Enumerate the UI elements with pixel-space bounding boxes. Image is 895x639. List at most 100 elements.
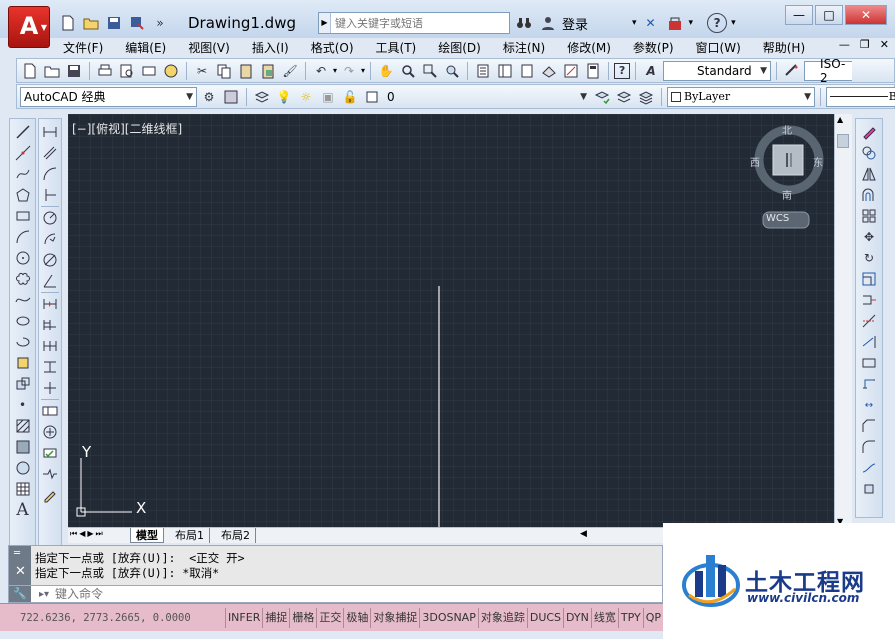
break-icon[interactable] <box>859 374 879 394</box>
markup-icon[interactable] <box>561 61 581 81</box>
status-grid[interactable]: 栅格 <box>289 607 316 628</box>
status-otrack[interactable]: 对象追踪 <box>477 607 527 628</box>
status-osnap[interactable]: 对象捕捉 <box>370 607 419 628</box>
redo-icon[interactable]: ↷ <box>339 61 359 81</box>
ordinate-dim-icon[interactable] <box>40 185 60 205</box>
status-lineweight[interactable]: 线宽 <box>590 607 618 628</box>
center-mark-icon[interactable] <box>40 422 60 442</box>
store-icon[interactable] <box>665 13 685 33</box>
save-as-icon[interactable] <box>127 13 147 33</box>
help-icon[interactable]: ? <box>707 13 728 33</box>
menu-window[interactable]: 窗口(W) <box>685 38 752 58</box>
dim-style-select[interactable]: ISO-2 <box>804 57 853 85</box>
status-qp[interactable]: QP <box>642 607 663 628</box>
menu-insert[interactable]: 插入(I) <box>241 38 300 58</box>
extend-icon[interactable] <box>859 332 879 352</box>
menu-format[interactable]: 格式(O) <box>300 38 365 58</box>
menu-view[interactable]: 视图(V) <box>177 38 241 58</box>
copy-object-icon[interactable] <box>859 143 879 163</box>
diameter-dim-icon[interactable] <box>40 250 60 270</box>
circle-icon[interactable] <box>13 248 33 268</box>
inspection-icon[interactable] <box>40 443 60 463</box>
wrench-icon[interactable]: 🔧 <box>9 586 31 602</box>
angular-dim-icon[interactable] <box>40 271 60 291</box>
point-icon[interactable]: • <box>13 395 33 415</box>
login-label[interactable]: 登录 <box>562 14 588 33</box>
aligned-dim-icon[interactable] <box>40 143 60 163</box>
line-icon[interactable] <box>13 122 33 142</box>
status-infer[interactable]: INFER <box>224 607 262 628</box>
last-tab-icon[interactable]: ⏭ <box>96 529 103 539</box>
workspace-select[interactable]: AutoCAD 经典 ▼ <box>20 86 197 107</box>
save-icon[interactable] <box>64 61 84 81</box>
offset-icon[interactable] <box>859 185 879 205</box>
overflow-button[interactable]: » <box>150 13 170 33</box>
multiline-text-icon[interactable]: A <box>13 500 33 520</box>
linetype-select[interactable]: By <box>826 86 895 107</box>
paste-icon[interactable] <box>236 61 256 81</box>
cut-icon[interactable]: ✂ <box>192 61 212 81</box>
chamfer-icon[interactable] <box>859 416 879 436</box>
redo-dropdown-icon[interactable]: ▾ <box>361 66 365 75</box>
layer-select[interactable]: 0 ▼ <box>384 87 590 107</box>
tab-model[interactable]: 模型 <box>130 528 164 543</box>
user-icon[interactable] <box>538 13 558 33</box>
print-icon[interactable] <box>95 61 115 81</box>
jogged-dim-icon[interactable] <box>40 229 60 249</box>
polygon-icon[interactable] <box>13 185 33 205</box>
print-preview-icon[interactable] <box>117 61 137 81</box>
save-icon[interactable] <box>104 13 124 33</box>
rectangle-icon[interactable] <box>13 206 33 226</box>
gradient-icon[interactable] <box>13 437 33 457</box>
spline-icon[interactable] <box>13 290 33 310</box>
text-style-select[interactable]: Standard ▼ <box>663 60 772 81</box>
revision-cloud-icon[interactable] <box>13 269 33 289</box>
layer-on-icon[interactable]: 💡 <box>274 87 294 107</box>
explode-icon[interactable] <box>859 479 879 499</box>
menu-file[interactable]: 文件(F) <box>52 38 114 58</box>
move-icon[interactable]: ✥ <box>859 227 879 247</box>
paste-block-icon[interactable] <box>258 61 278 81</box>
search-input[interactable] <box>331 16 507 30</box>
dim-style-icon[interactable] <box>782 61 802 81</box>
ellipse-arc-icon[interactable] <box>13 332 33 352</box>
mdi-close-button[interactable]: ✕ <box>880 38 889 51</box>
help-dropdown-icon[interactable]: ▾ <box>731 18 736 28</box>
dim-space-icon[interactable] <box>40 357 60 377</box>
menu-edit[interactable]: 编辑(E) <box>114 38 177 58</box>
match-properties-icon[interactable]: 🖌 <box>280 61 300 81</box>
vertical-scroll-thumb[interactable] <box>837 134 849 148</box>
sheet-set-icon[interactable] <box>539 61 559 81</box>
publish-icon[interactable] <box>139 61 159 81</box>
layer-states-icon[interactable] <box>636 87 656 107</box>
workspace-save-icon[interactable] <box>221 87 241 107</box>
jogged-linear-icon[interactable] <box>40 464 60 484</box>
status-polar[interactable]: 极轴 <box>343 607 370 628</box>
zoom-realtime-icon[interactable] <box>398 61 418 81</box>
first-tab-icon[interactable]: ⏮ <box>70 529 77 539</box>
hatch-icon[interactable] <box>13 416 33 436</box>
scroll-up-icon[interactable]: ▲ <box>837 115 843 124</box>
copy-icon[interactable] <box>214 61 234 81</box>
insert-block-icon[interactable] <box>13 353 33 373</box>
trim-icon[interactable] <box>859 311 879 331</box>
status-3dosnap[interactable]: 3DOSNAP <box>419 607 478 628</box>
vertical-scrollbar[interactable]: ▲ ▼ <box>834 114 852 528</box>
stretch-icon[interactable] <box>859 290 879 310</box>
status-tpy[interactable]: TPY <box>617 607 643 628</box>
prev-tab-icon[interactable]: ◀ <box>79 529 85 539</box>
make-block-icon[interactable] <box>13 374 33 394</box>
join-icon[interactable]: ↔ <box>859 395 879 415</box>
make-current-icon[interactable] <box>592 87 612 107</box>
command-input[interactable] <box>55 587 356 601</box>
undo-dropdown-icon[interactable]: ▾ <box>333 66 337 75</box>
next-tab-icon[interactable]: ▶ <box>87 529 93 539</box>
menu-dimension[interactable]: 标注(N) <box>492 38 556 58</box>
open-folder-icon[interactable] <box>81 13 101 33</box>
status-ortho[interactable]: 正交 <box>316 607 343 628</box>
mdi-minimize-button[interactable]: — <box>839 38 850 51</box>
baseline-dim-icon[interactable] <box>40 315 60 335</box>
expand-icon[interactable]: ▶ <box>319 13 331 33</box>
new-icon[interactable] <box>20 61 40 81</box>
layer-previous-icon[interactable] <box>614 87 634 107</box>
